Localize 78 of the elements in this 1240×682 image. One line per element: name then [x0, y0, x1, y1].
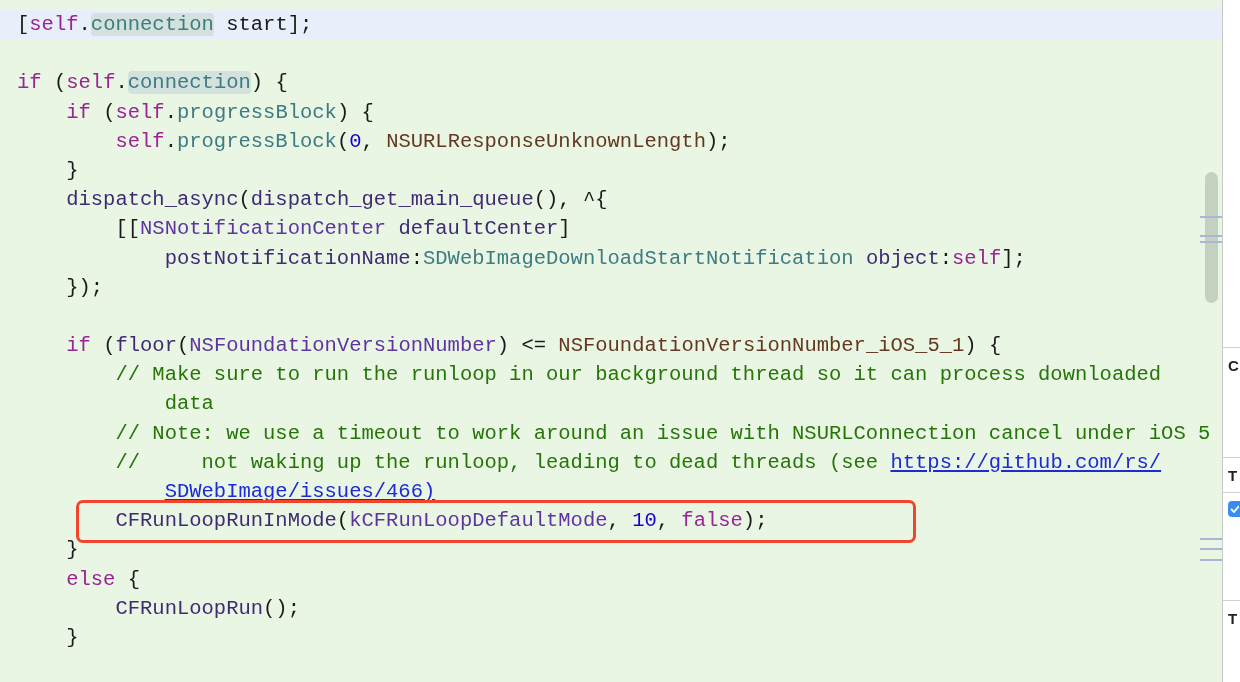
- code-keyword: false: [681, 509, 743, 533]
- code-text: ();: [263, 596, 300, 620]
- code-keyword: self: [952, 246, 1002, 270]
- section-heading: T: [1228, 467, 1238, 483]
- code-property: progressBlock: [176, 129, 337, 153]
- code-function: defaultCenter: [398, 217, 559, 241]
- code-keyword: self: [29, 13, 79, 36]
- code-text: [[: [115, 217, 141, 241]
- code-text: (: [238, 188, 251, 212]
- code-text: });: [66, 275, 104, 299]
- code-text: );: [706, 129, 731, 153]
- code-text: :: [410, 246, 423, 270]
- code-number: 0: [349, 129, 362, 153]
- code-text: (: [53, 71, 67, 95]
- code-text: );: [742, 509, 768, 533]
- code-property: progressBlock: [177, 100, 337, 124]
- code-keyword: if: [66, 334, 91, 358]
- checkmark-icon: [1229, 505, 1239, 513]
- code-text: .: [164, 100, 177, 124]
- code-text: ]: [558, 217, 571, 241]
- code-text: (), ^{: [533, 188, 608, 212]
- code-keyword: else: [66, 567, 116, 591]
- code-text: start];: [226, 13, 313, 36]
- code-text: (: [103, 100, 116, 124]
- code-function: dispatch_async: [66, 188, 239, 212]
- code-keyword: self: [66, 71, 116, 95]
- code-link[interactable]: SDWebImage/issues/466): [164, 480, 436, 503]
- code-property: SDWebImageDownloadStartNotification: [423, 246, 854, 270]
- code-type: NSNotificationCenter: [140, 217, 387, 241]
- code-keyword: self: [115, 100, 165, 124]
- code-type: NSFoundationVersionNumber: [189, 334, 497, 358]
- minimap-markers-drawing: [1200, 216, 1222, 246]
- code-comment: // not waking up the runloop, leading to dead threads (see: [115, 450, 880, 474]
- section-heading: T: [1228, 611, 1238, 626]
- code-text: ];: [1001, 246, 1026, 270]
- code-text: }: [66, 625, 79, 649]
- code-type: kCFRunLoopDefaultMode: [349, 509, 608, 533]
- code-property: connection: [90, 13, 214, 36]
- code-keyword: if: [66, 100, 91, 124]
- code-link[interactable]: https://github.com/rs/: [890, 450, 1162, 474]
- code-keyword: if: [17, 71, 42, 95]
- code-function: CFRunLoopRun: [115, 596, 264, 620]
- section-heading: C: [1228, 358, 1239, 373]
- code-number: 10: [632, 509, 657, 533]
- code-function: floor: [115, 334, 177, 358]
- code-text: .: [115, 71, 128, 95]
- code-function: object: [865, 246, 940, 270]
- code-constant: NSURLResponseUnknownLength: [386, 129, 706, 153]
- code-keyword: self: [115, 129, 165, 153]
- code-text: }: [66, 538, 79, 562]
- code-text: (: [176, 334, 190, 358]
- code-function: dispatch_get_main_queue: [250, 188, 534, 212]
- minimap-markers-drawing: [1200, 538, 1222, 562]
- code-text: :: [939, 246, 952, 270]
- checkbox[interactable]: [1228, 501, 1240, 517]
- code-text: ,: [361, 129, 375, 153]
- code-text: }: [66, 158, 79, 182]
- code-comment: data: [164, 392, 214, 416]
- code-text: ) {: [336, 100, 374, 124]
- code-function: postNotificationName: [164, 246, 411, 270]
- code-comment: // Make sure to run the runloop in our background thread so it can process downloaded: [115, 363, 1162, 387]
- code-property: connection: [127, 71, 251, 95]
- code-text: ) {: [250, 71, 288, 95]
- code-constant: NSFoundationVersionNumber_iOS_5_1: [558, 334, 965, 358]
- scrollbar-thumb[interactable]: [1205, 172, 1218, 303]
- code-text: ,: [607, 509, 621, 533]
- code-text: .: [164, 129, 177, 153]
- code-text: ) {: [964, 334, 1002, 358]
- code-comment: // Note: we use a timeout to work around an issue with NSURLConnection cancel under iOS 5: [115, 421, 1211, 445]
- code-text: (: [103, 334, 116, 358]
- code-text: ) <=: [496, 334, 548, 358]
- code-function: CFRunLoopRunInMode: [115, 509, 337, 533]
- code-text: (: [336, 509, 350, 533]
- code-text: ,: [656, 509, 671, 533]
- code-text: .: [78, 13, 91, 36]
- code-text: (: [336, 129, 350, 153]
- code-text: [: [17, 13, 30, 36]
- code-text: {: [127, 567, 141, 591]
